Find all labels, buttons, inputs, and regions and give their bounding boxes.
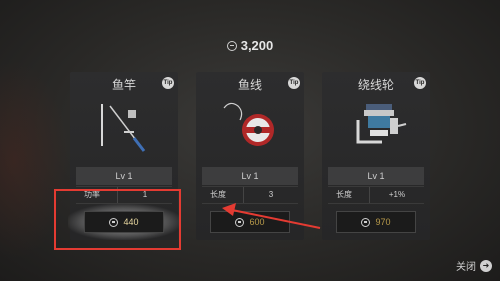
close-label: 关闭 <box>456 262 476 273</box>
arrow-right-icon: ➜ <box>480 259 492 272</box>
close-button[interactable]: 关闭 ➜ <box>456 258 492 273</box>
pointer-arrow-icon <box>222 203 321 229</box>
